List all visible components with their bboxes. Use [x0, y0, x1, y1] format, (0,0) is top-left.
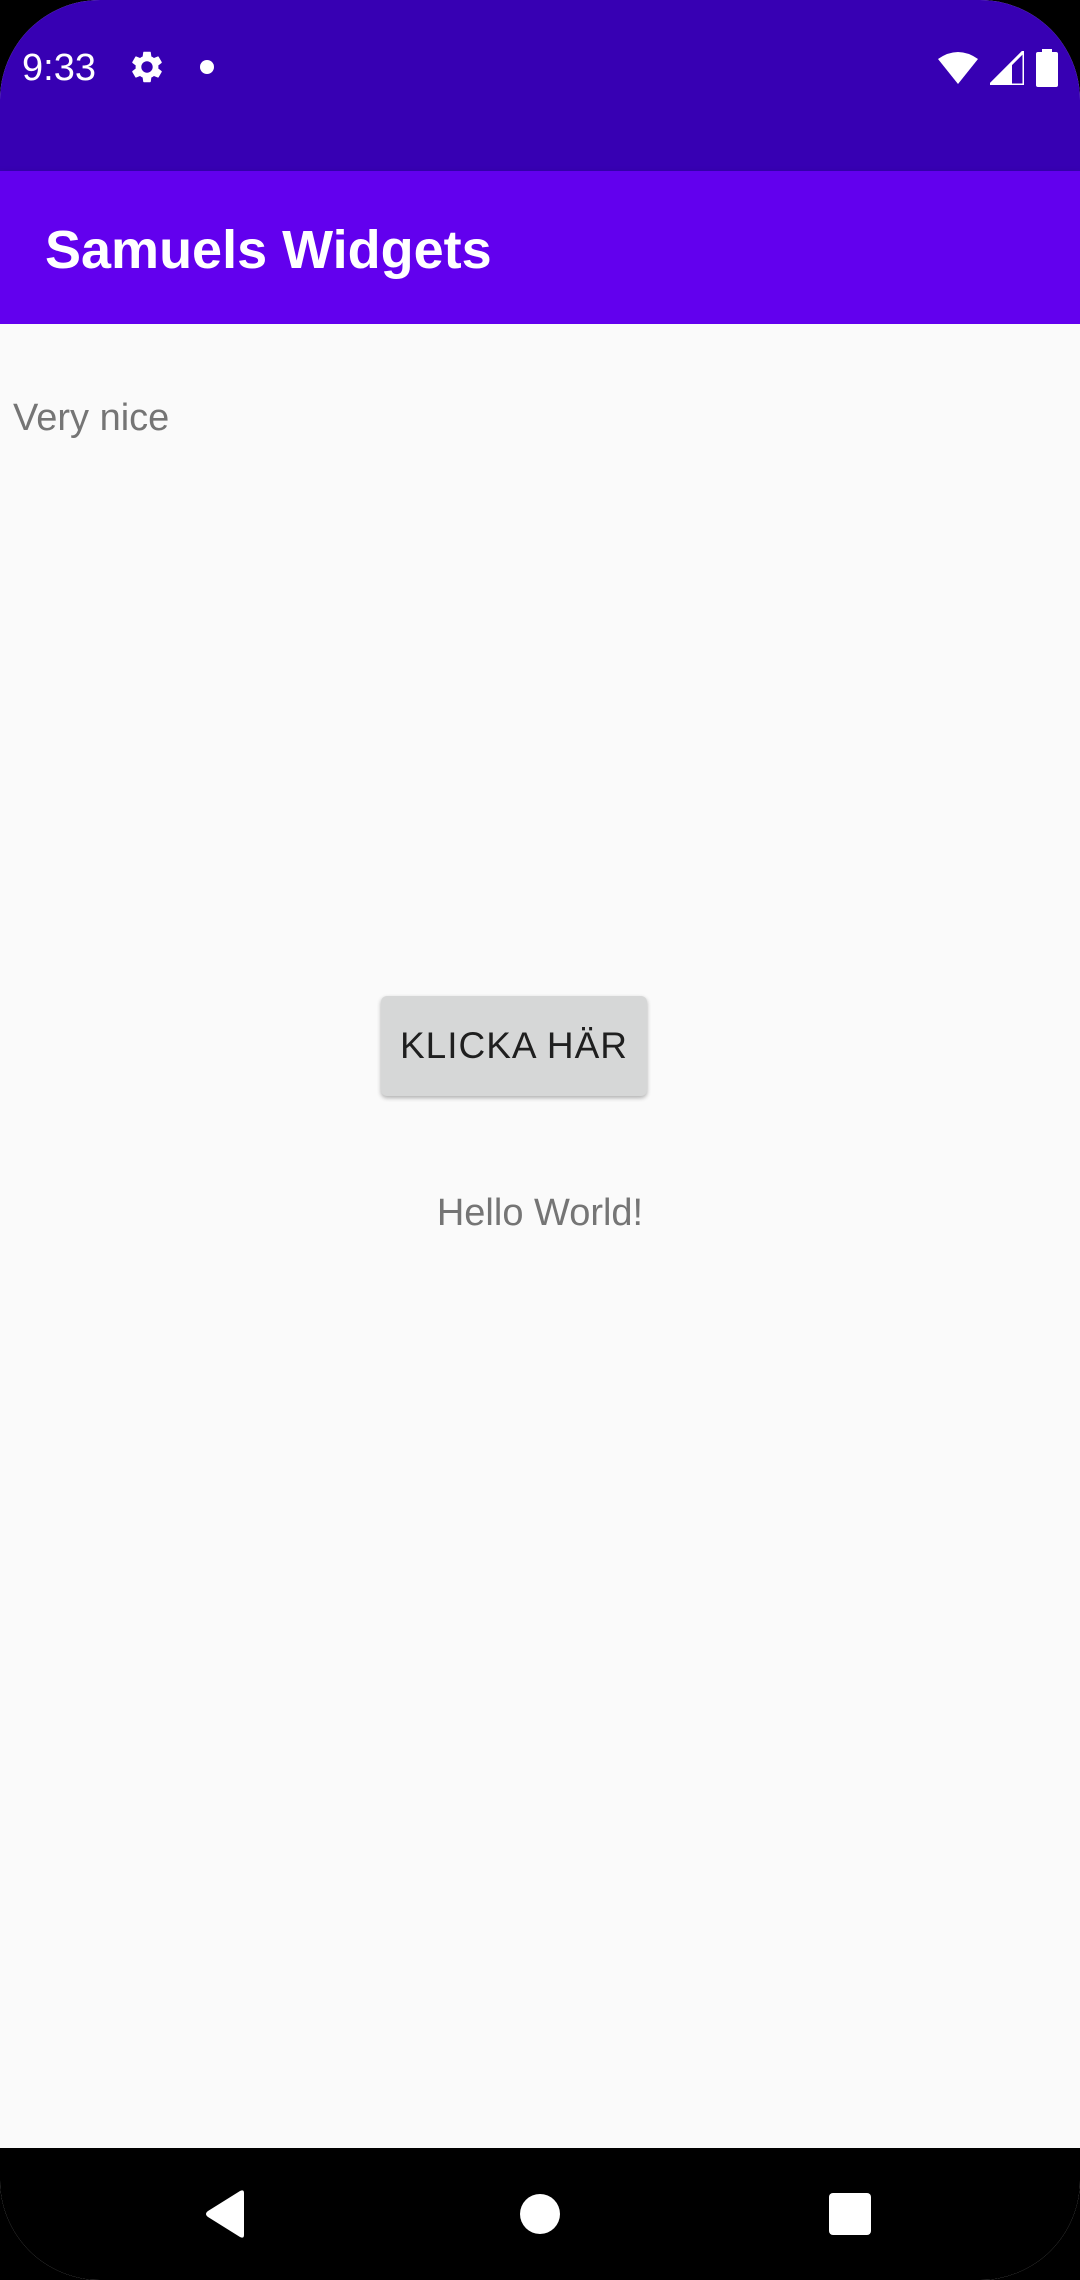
back-button[interactable]: [186, 2174, 266, 2254]
back-icon: [206, 2190, 244, 2238]
status-icons: [938, 48, 1058, 88]
navigation-bar: [0, 2148, 1080, 2280]
hello-world-text: Hello World!: [0, 1189, 1080, 1237]
phone-screen: 9:33 Samuels Widgets Very nice KLICKA HÄ…: [0, 0, 1080, 2280]
status-bar: 9:33: [0, 0, 1080, 171]
app-bar: Samuels Widgets: [0, 171, 1080, 324]
recents-icon: [829, 2193, 871, 2235]
klicka-har-button[interactable]: KLICKA HÄR: [381, 996, 647, 1096]
recents-button[interactable]: [810, 2174, 890, 2254]
main-content: Very nice KLICKA HÄR Hello World!: [0, 324, 1080, 2148]
wifi-icon: [938, 52, 978, 84]
very-nice-text: Very nice: [13, 397, 170, 439]
notification-dot-icon: [200, 60, 214, 74]
status-time: 9:33: [22, 47, 96, 89]
gear-icon: [132, 51, 162, 83]
home-button[interactable]: [500, 2174, 580, 2254]
hello-world-label: Hello World!: [436, 1192, 644, 1234]
cellular-signal-icon: [990, 51, 1024, 85]
home-icon: [520, 2194, 560, 2234]
battery-icon: [1036, 49, 1058, 87]
app-title: Samuels Widgets: [45, 220, 492, 280]
